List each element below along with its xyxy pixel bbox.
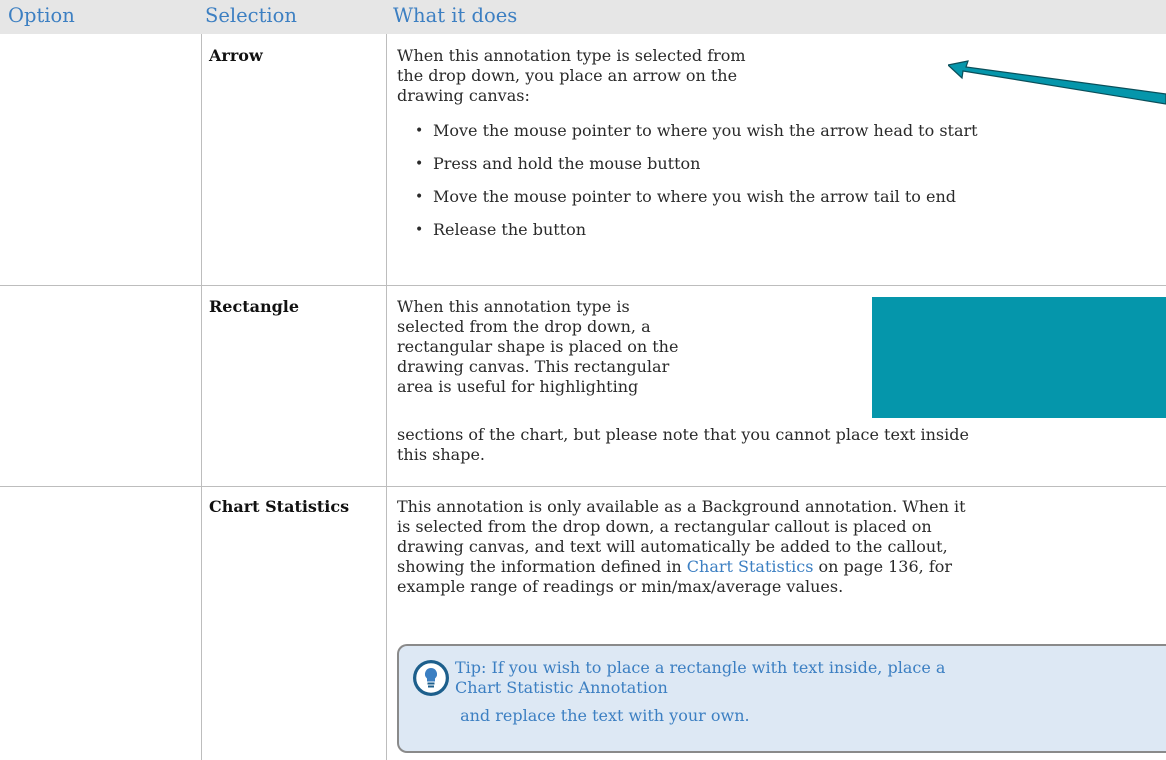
column-header-what-it-does: What it does — [393, 4, 518, 27]
rectangle-description-line: When this annotation type is — [397, 297, 630, 316]
selection-arrow: Arrow — [209, 46, 263, 65]
arrow-description-line: the drop down, you place an arrow on the — [397, 66, 738, 85]
arrow-step: Release the button — [415, 220, 978, 240]
selection-rectangle: Rectangle — [209, 297, 300, 316]
column-divider — [201, 34, 202, 760]
row-divider — [0, 486, 1166, 487]
rectangle-description-line: sections of the chart, but please note t… — [397, 425, 969, 444]
selection-chart-statistics: Chart Statistics — [209, 497, 350, 516]
arrow-step: Move the mouse pointer to where you wish… — [415, 187, 978, 207]
chart-statistics-description-line: is selected from the drop down, a rectan… — [397, 517, 932, 536]
tip-callout: Tip: If you wish to place a rectangle wi… — [397, 644, 1166, 753]
tip-text-line: Tip: If you wish to place a rectangle wi… — [455, 658, 946, 677]
column-divider — [386, 34, 387, 760]
rectangle-description-line: this shape. — [397, 445, 485, 464]
rectangle-description-line: rectangular shape is placed on the — [397, 337, 679, 356]
arrow-step: Move the mouse pointer to where you wish… — [415, 121, 978, 141]
chart-statistics-description-line: This annotation is only available as a B… — [397, 497, 966, 516]
arrow-annotation-example — [948, 60, 1166, 105]
description-text: showing the information defined in — [397, 557, 687, 576]
description-text: on page 136, for — [813, 557, 953, 576]
arrow-steps-list: Move the mouse pointer to where you wish… — [415, 121, 978, 253]
rectangle-description-line: selected from the drop down, a — [397, 317, 651, 336]
chart-statistics-description-line: example range of readings or min/max/ave… — [397, 577, 844, 596]
rectangle-description-line: area is useful for highlighting — [397, 377, 639, 396]
rectangle-description-line: drawing canvas. This rectangular — [397, 357, 670, 376]
chart-statistics-link[interactable]: Chart Statistics — [687, 557, 814, 576]
tip-text-line: and replace the text with your own. — [455, 706, 750, 725]
rectangle-annotation-example — [872, 297, 1166, 418]
chart-statistics-description-line: showing the information defined in Chart… — [397, 557, 952, 577]
arrow-description-line: When this annotation type is selected fr… — [397, 46, 746, 65]
chart-statistics-description-line: drawing canvas, and text will automatica… — [397, 537, 948, 556]
tip-text-line: Chart Statistic Annotation — [455, 678, 668, 697]
arrow-step: Press and hold the mouse button — [415, 154, 978, 174]
column-header-option: Option — [8, 4, 75, 27]
lightbulb-icon — [413, 660, 449, 696]
table-header: Option Selection What it does — [0, 0, 1166, 34]
column-header-selection: Selection — [205, 4, 297, 27]
arrow-description-line: drawing canvas: — [397, 86, 530, 105]
row-divider — [0, 285, 1166, 286]
